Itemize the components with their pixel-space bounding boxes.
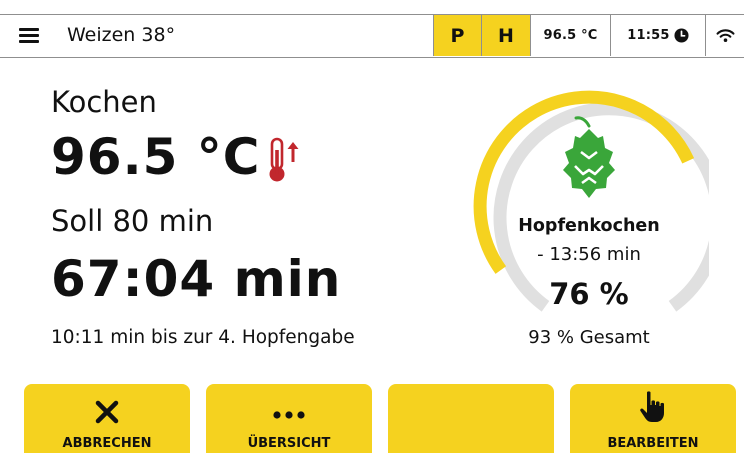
current-temperature: 96.5 °C	[51, 128, 261, 186]
wifi-status[interactable]	[705, 15, 744, 56]
edit-button-label: BEARBEITEN	[607, 436, 699, 451]
remaining-time: 67:04 min	[51, 250, 342, 308]
overview-button[interactable]: ÜBERSICHT	[206, 384, 372, 453]
stage-title: Kochen	[51, 85, 157, 119]
thermometer-rising-icon	[269, 137, 299, 182]
brew-screen: Weizen 38° P H 96.5 °C 11:55 Kochen 96.5…	[0, 0, 744, 453]
edit-button[interactable]: BEARBEITEN	[570, 384, 736, 453]
phase-progress-percent: 76 %	[549, 277, 629, 311]
phase-name: Hopfenkochen	[518, 216, 660, 236]
empty-button[interactable]	[388, 384, 554, 453]
overview-button-label: ÜBERSICHT	[247, 436, 331, 451]
close-icon	[95, 400, 119, 424]
temperature-readout-label: 96.5 °C	[543, 28, 598, 43]
menu-icon[interactable]	[18, 23, 44, 49]
total-progress: 93 % Gesamt	[528, 327, 650, 348]
status-bar: Weizen 38° P H 96.5 °C 11:55	[0, 14, 744, 58]
cancel-button[interactable]: ABBRECHEN	[24, 384, 190, 453]
clock: 11:55	[610, 15, 705, 56]
program-indicator[interactable]: P	[433, 15, 481, 56]
recipe-name[interactable]: Weizen 38°	[67, 24, 175, 46]
heater-indicator[interactable]: H	[481, 15, 530, 56]
cancel-button-label: ABBRECHEN	[62, 436, 152, 451]
program-indicator-label: P	[450, 24, 465, 47]
hop-icon	[563, 116, 615, 198]
pointing-hand-icon	[640, 391, 664, 422]
clock-icon	[674, 28, 689, 43]
phase-remaining: - 13:56 min	[537, 244, 641, 265]
wifi-icon	[716, 29, 734, 42]
temperature-readout: 96.5 °C	[530, 15, 610, 56]
clock-time: 11:55	[627, 28, 670, 43]
target-duration: Soll 80 min	[51, 204, 214, 238]
more-dots-icon	[273, 411, 305, 419]
next-hop-info: 10:11 min bis zur 4. Hopfengabe	[51, 327, 355, 348]
heater-indicator-label: H	[498, 24, 514, 47]
